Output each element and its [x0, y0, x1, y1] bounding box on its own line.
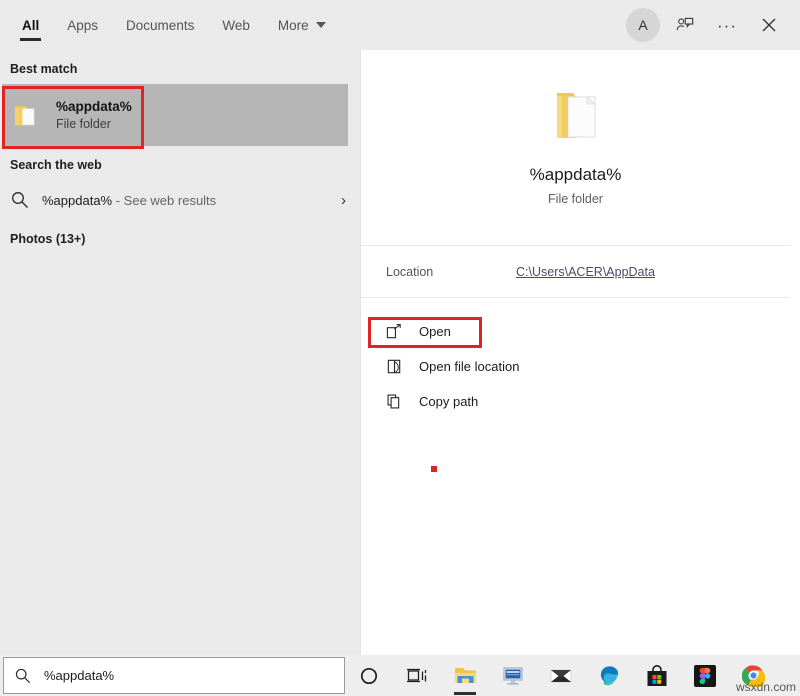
- mail-icon[interactable]: [537, 655, 585, 696]
- annotation-dot: [431, 466, 437, 472]
- action-open[interactable]: Open: [361, 314, 790, 349]
- open-external-icon: [386, 323, 403, 340]
- edge-icon[interactable]: [585, 655, 633, 696]
- preview-title: %appdata%: [530, 165, 622, 185]
- folder-icon: [14, 102, 44, 128]
- web-result-query: %appdata%: [42, 193, 112, 208]
- photos-heading: Photos (13+): [0, 220, 360, 252]
- folder-document-icon: [543, 89, 609, 147]
- search-results-pane: Best match %appdata% File folder Search …: [0, 50, 360, 655]
- web-result-row[interactable]: %appdata% - See web results ›: [0, 180, 360, 220]
- ellipsis-icon: ···: [717, 17, 737, 34]
- search-icon: [14, 667, 32, 685]
- tab-all[interactable]: All: [8, 0, 53, 50]
- taskbar-search-value: %appdata%: [44, 668, 114, 683]
- location-link[interactable]: C:\Users\ACER\AppData: [516, 265, 655, 279]
- web-result-suffix: - See web results: [112, 193, 216, 208]
- tab-apps-label: Apps: [67, 18, 98, 33]
- action-copy-path-label: Copy path: [419, 394, 478, 409]
- tab-list: All Apps Documents Web More: [0, 0, 340, 50]
- avatar[interactable]: A: [626, 8, 660, 42]
- best-match-result[interactable]: %appdata% File folder: [2, 84, 348, 146]
- watermark: wsxdn.com: [736, 680, 796, 694]
- taskbar-icons: [345, 655, 777, 696]
- close-icon: [759, 15, 779, 35]
- best-match-subtitle: File folder: [56, 117, 132, 131]
- chevron-right-icon[interactable]: ›: [341, 192, 346, 209]
- tab-all-label: All: [22, 18, 39, 33]
- search-tab-bar: All Apps Documents Web More A: [0, 0, 800, 50]
- web-result-text: %appdata% - See web results: [42, 193, 216, 208]
- preview-header: %appdata% File folder: [361, 50, 790, 246]
- figma-icon[interactable]: [681, 655, 729, 696]
- preview-subtitle: File folder: [548, 192, 603, 206]
- tab-more[interactable]: More: [264, 0, 340, 50]
- best-match-title: %appdata%: [56, 99, 132, 114]
- action-list: Open Open file location Copy path: [361, 298, 790, 419]
- tab-more-label: More: [278, 18, 309, 33]
- task-view-icon[interactable]: [393, 655, 441, 696]
- taskbar-search-input[interactable]: %appdata%: [3, 657, 345, 694]
- preview-pane: %appdata% File folder Location C:\Users\…: [360, 50, 790, 655]
- tab-web[interactable]: Web: [208, 0, 264, 50]
- action-copy-path[interactable]: Copy path: [361, 384, 790, 419]
- close-button[interactable]: [752, 8, 786, 42]
- tab-web-label: Web: [222, 18, 250, 33]
- copy-icon: [386, 393, 403, 410]
- chevron-down-icon: [316, 22, 326, 28]
- folder-open-icon: [386, 358, 403, 375]
- action-open-file-location-label: Open file location: [419, 359, 519, 374]
- topbar-actions: A ···: [626, 0, 800, 50]
- best-match-text: %appdata% File folder: [56, 99, 132, 131]
- action-open-file-location[interactable]: Open file location: [361, 349, 790, 384]
- location-label: Location: [386, 265, 516, 279]
- windows-search-screen: All Apps Documents Web More A: [0, 0, 800, 696]
- tab-documents-label: Documents: [126, 18, 194, 33]
- person-feedback-icon[interactable]: [668, 8, 702, 42]
- action-open-label: Open: [419, 324, 451, 339]
- tab-apps[interactable]: Apps: [53, 0, 112, 50]
- microsoft-store-icon[interactable]: [633, 655, 681, 696]
- best-match-heading: Best match: [0, 50, 360, 82]
- cortana-icon[interactable]: [345, 655, 393, 696]
- location-row: Location C:\Users\ACER\AppData: [361, 246, 790, 298]
- avatar-initial: A: [638, 17, 647, 33]
- tab-documents[interactable]: Documents: [112, 0, 208, 50]
- file-explorer-icon[interactable]: [441, 655, 489, 696]
- search-web-heading: Search the web: [0, 146, 360, 178]
- more-options-button[interactable]: ···: [710, 8, 744, 42]
- computer-icon[interactable]: [489, 655, 537, 696]
- taskbar: %appdata%: [0, 655, 800, 696]
- search-icon: [10, 190, 30, 210]
